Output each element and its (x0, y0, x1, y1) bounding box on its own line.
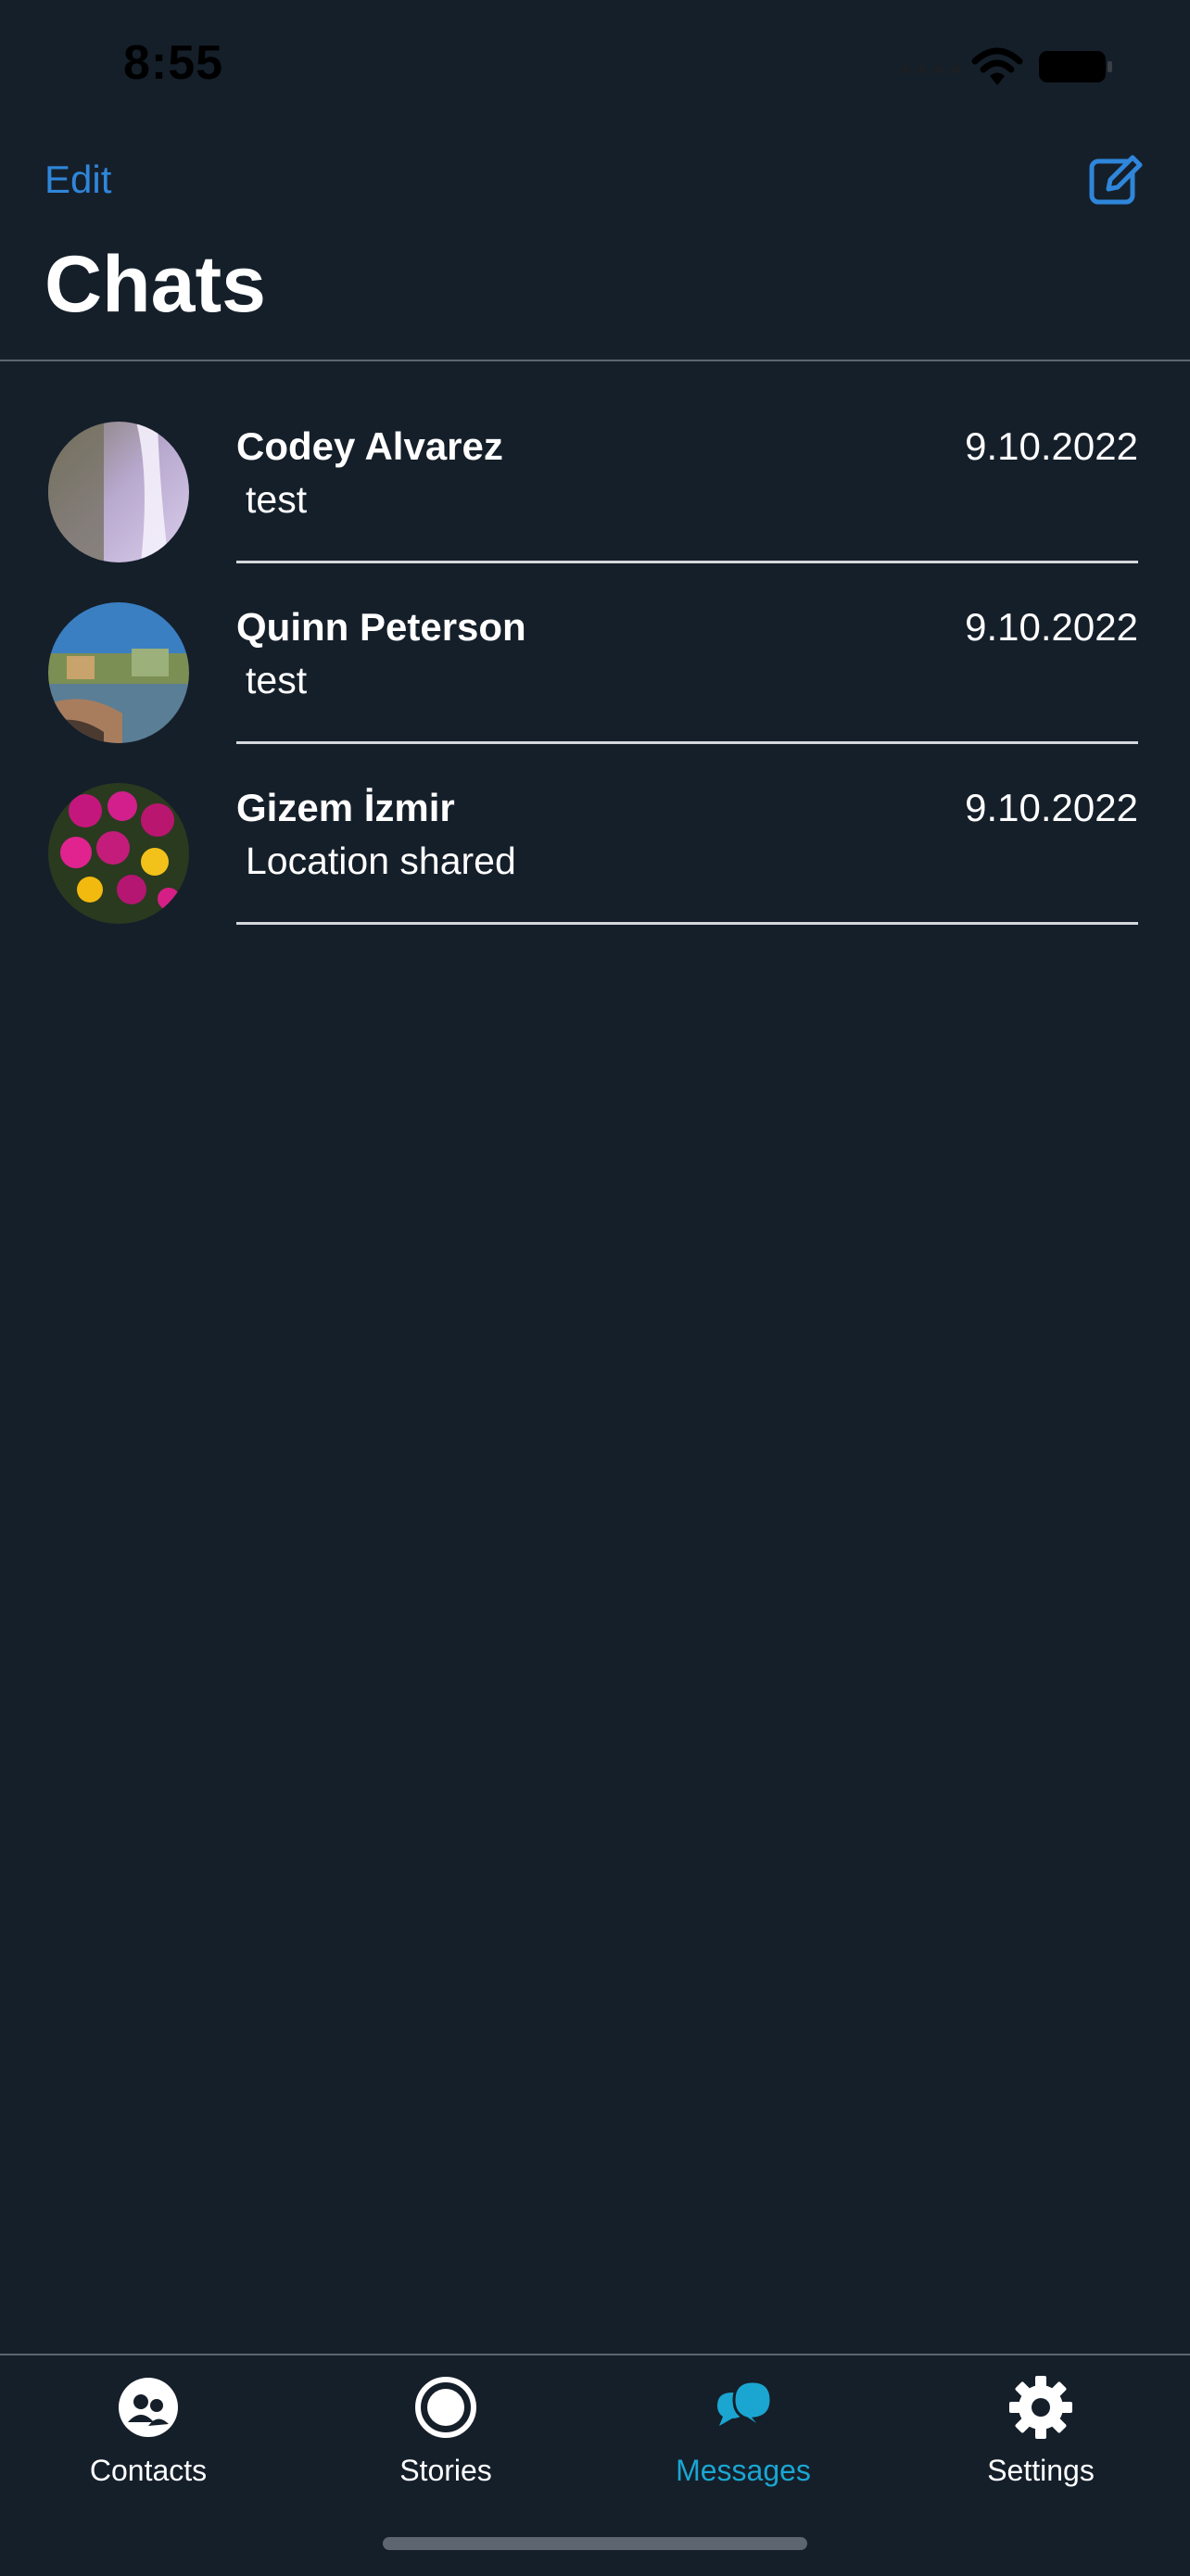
message-date: 9.10.2022 (965, 786, 1138, 829)
message-preview: Location shared (246, 840, 516, 882)
gear-icon (1009, 2376, 1072, 2439)
status-time: 8:55 (123, 36, 224, 90)
tab-contacts[interactable]: Contacts (37, 2374, 260, 2488)
battery-icon (1039, 51, 1112, 82)
tab-stories[interactable]: Stories (335, 2374, 557, 2488)
chat-row-gizem-izmir[interactable]: Gizem İzmir 9.10.2022 Location shared (0, 723, 1190, 925)
contact-name: Gizem İzmir (236, 786, 455, 829)
home-indicator[interactable] (383, 2537, 807, 2550)
cellular-signal-icon (901, 65, 960, 74)
message-preview: test (246, 478, 308, 521)
chat-list: Codey Alvarez 9.10.2022 test Quinn Peter… (0, 361, 1190, 925)
tab-label: Messages (676, 2454, 811, 2487)
chat-row-codey-alvarez[interactable]: Codey Alvarez 9.10.2022 test (0, 361, 1190, 563)
contact-name: Codey Alvarez (236, 424, 503, 468)
contact-name: Quinn Peterson (236, 605, 526, 649)
message-preview: test (246, 659, 308, 701)
chat-row-quinn-peterson[interactable]: Quinn Peterson 9.10.2022 test (0, 542, 1190, 744)
contacts-icon (119, 2378, 178, 2437)
message-date: 9.10.2022 (965, 424, 1138, 468)
page-title: Chats (44, 240, 266, 329)
tab-messages[interactable]: Messages (632, 2374, 855, 2488)
avatar (48, 783, 189, 924)
messages-icon (717, 2380, 773, 2431)
tab-label: Settings (987, 2454, 1095, 2487)
message-date: 9.10.2022 (965, 605, 1138, 649)
stories-icon (415, 2377, 476, 2438)
wifi-icon (971, 47, 1023, 85)
status-bar: 8:55 (0, 0, 1190, 139)
tab-label: Contacts (89, 2454, 208, 2487)
compose-icon[interactable] (1088, 152, 1144, 208)
tab-settings[interactable]: Settings (930, 2374, 1152, 2488)
tab-label: Stories (399, 2454, 492, 2487)
edit-button[interactable]: Edit (44, 158, 111, 202)
row-divider (236, 922, 1138, 925)
